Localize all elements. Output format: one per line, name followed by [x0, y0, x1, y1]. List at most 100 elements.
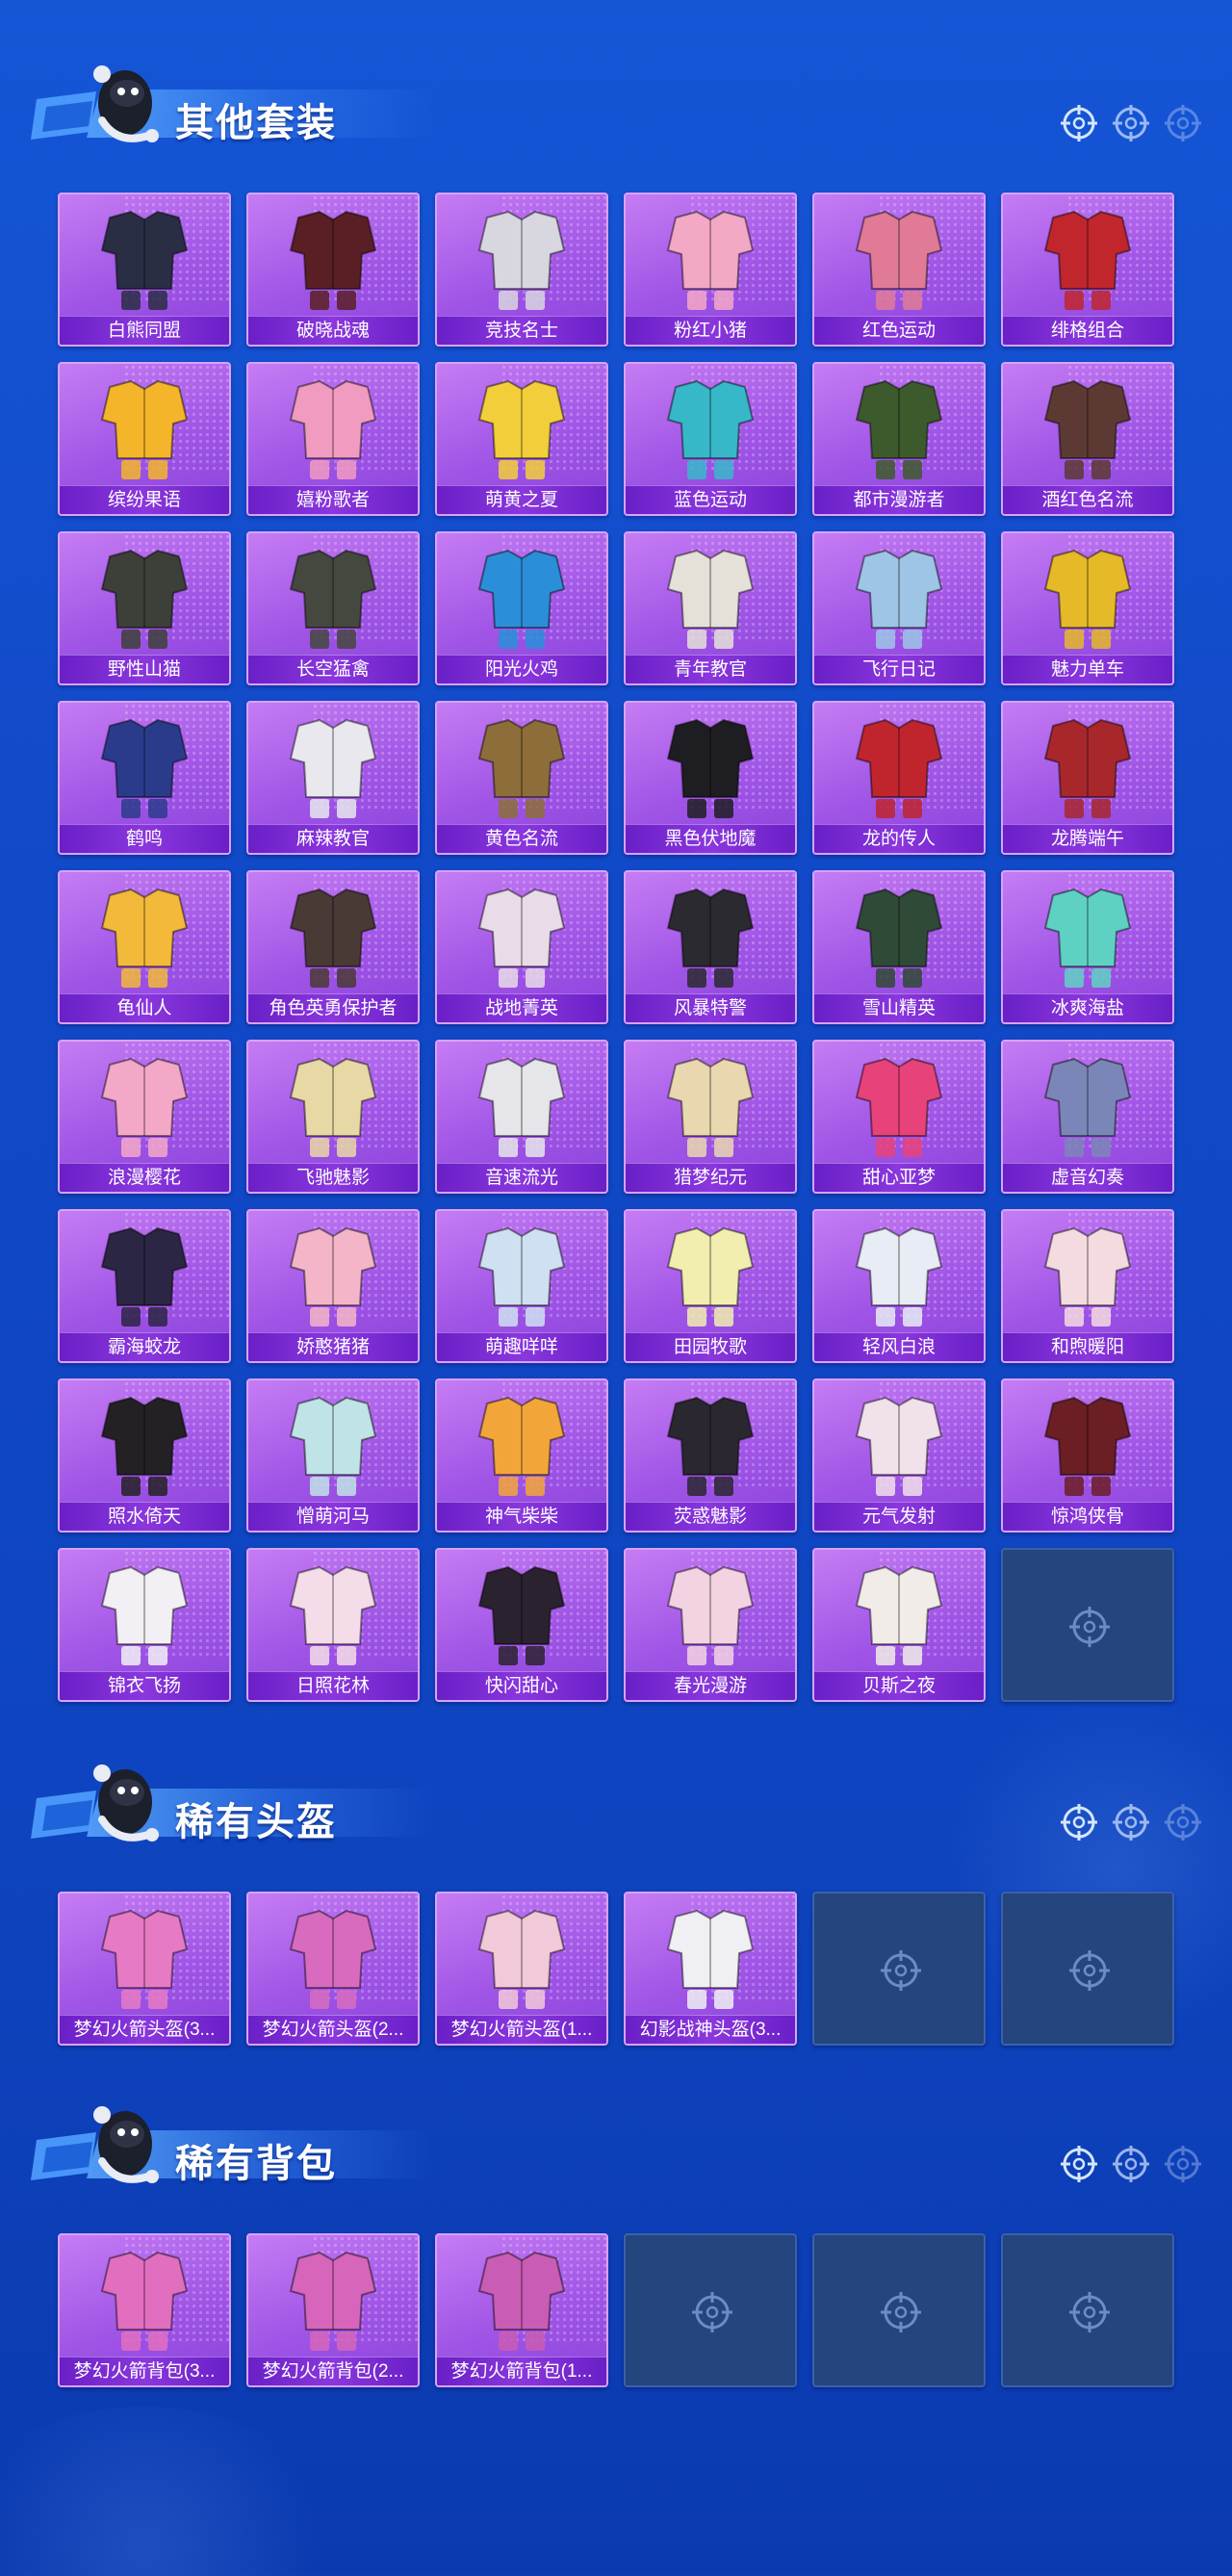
item-card[interactable]: 野性山猫	[58, 531, 231, 685]
item-card[interactable]: 破晓战魂	[246, 193, 420, 347]
item-card[interactable]: 萌趣咩咩	[435, 1209, 608, 1363]
item-card[interactable]: 锦衣飞扬	[58, 1548, 231, 1702]
item-card[interactable]: 红色运动	[812, 193, 986, 347]
item-label: 黑色伏地魔	[626, 824, 795, 853]
item-artwork	[100, 1565, 189, 1665]
item-card[interactable]: 战地菁英	[435, 870, 608, 1024]
item-card[interactable]: 猎梦纪元	[624, 1040, 797, 1194]
item-card[interactable]: 虚音幻奏	[1001, 1040, 1174, 1194]
item-card[interactable]: 幻影战神头盔(3...	[624, 1892, 797, 2046]
item-card[interactable]: 魅力单车	[1001, 531, 1174, 685]
item-artwork	[289, 2251, 377, 2351]
item-card[interactable]: 角色英勇保护者	[246, 870, 420, 1024]
item-card[interactable]: 萌黄之夏	[435, 362, 608, 516]
item-card[interactable]: 竞技名士	[435, 193, 608, 347]
item-card[interactable]: 龙的传人	[812, 701, 986, 855]
item-artwork	[477, 210, 566, 310]
item-card[interactable]: 梦幻火箭背包(2...	[246, 2233, 420, 2387]
item-card[interactable]: 长空猛禽	[246, 531, 420, 685]
mascot-character-icon	[31, 1765, 159, 1842]
item-card[interactable]: 荧惑魅影	[624, 1378, 797, 1533]
item-card[interactable]: 酒红色名流	[1001, 362, 1174, 516]
item-card[interactable]: 白熊同盟	[58, 193, 231, 347]
item-card[interactable]: 甜心亚梦	[812, 1040, 986, 1194]
section-rare-helmets: 稀有头盔 梦幻火箭头盔(3... 梦幻火箭头盔(2... 梦幻火箭头盔(1... 幻影…	[0, 1752, 1232, 2060]
item-card[interactable]: 冰爽海盐	[1001, 870, 1174, 1024]
item-artwork	[100, 1909, 189, 2009]
item-card[interactable]: 龟仙人	[58, 870, 231, 1024]
item-artwork	[1043, 888, 1132, 988]
item-label: 萌趣咩咩	[437, 1332, 606, 1361]
item-artwork	[477, 1909, 566, 2009]
item-card[interactable]: 贝斯之夜	[812, 1548, 986, 1702]
item-label: 轻风白浪	[814, 1332, 984, 1361]
item-card[interactable]: 阳光火鸡	[435, 531, 608, 685]
item-card[interactable]: 梦幻火箭背包(1...	[435, 2233, 608, 2387]
item-artwork	[289, 1396, 377, 1496]
section-rare-backpacks: 稀有背包 梦幻火箭背包(3... 梦幻火箭背包(2... 梦幻火箭背包(1...	[0, 2094, 1232, 2402]
item-artwork	[666, 549, 755, 649]
crosshair-icon	[1061, 1804, 1097, 1841]
item-card[interactable]: 黑色伏地魔	[624, 701, 797, 855]
item-card[interactable]: 惊鸿侠骨	[1001, 1378, 1174, 1533]
item-card[interactable]: 田园牧歌	[624, 1209, 797, 1363]
item-card[interactable]: 鹤鸣	[58, 701, 231, 855]
item-card[interactable]: 青年教官	[624, 531, 797, 685]
item-artwork	[100, 888, 189, 988]
item-card[interactable]: 元气发射	[812, 1378, 986, 1533]
section-header: 其他套装	[29, 53, 1203, 159]
item-card[interactable]: 憎萌河马	[246, 1378, 420, 1533]
crosshair-decoration	[1059, 2144, 1203, 2186]
item-label: 飞驰魅影	[248, 1163, 418, 1192]
item-card[interactable]: 蓝色运动	[624, 362, 797, 516]
item-label: 锦衣飞扬	[60, 1671, 229, 1700]
item-artwork	[100, 379, 189, 479]
item-card[interactable]: 梦幻火箭头盔(3...	[58, 1892, 231, 2046]
item-card[interactable]: 轻风白浪	[812, 1209, 986, 1363]
item-artwork	[100, 1226, 189, 1327]
item-card[interactable]: 快闪甜心	[435, 1548, 608, 1702]
item-card[interactable]: 嬉粉歌者	[246, 362, 420, 516]
item-card[interactable]: 娇憨猪猪	[246, 1209, 420, 1363]
item-label: 角色英勇保护者	[248, 993, 418, 1022]
item-card[interactable]: 照水倚天	[58, 1378, 231, 1533]
item-card[interactable]: 神气柴柴	[435, 1378, 608, 1533]
item-card[interactable]: 日照花林	[246, 1548, 420, 1702]
section-title: 稀有头盔	[175, 1801, 337, 1843]
item-label: 破晓战魂	[248, 316, 418, 345]
item-card[interactable]: 梦幻火箭头盔(2...	[246, 1892, 420, 2046]
mascot-character-icon	[31, 65, 159, 142]
item-label: 缤纷果语	[60, 485, 229, 514]
section-other-outfits: 其他套装 白熊同盟 破晓战魂 竞技名士 粉红小猪 红色运动 绯格组合缤纷果语 嬉粉歌者 萌黄之…	[0, 53, 1232, 1709]
item-card[interactable]: 风暴特警	[624, 870, 797, 1024]
item-card[interactable]: 粉红小猪	[624, 193, 797, 347]
item-label: 音速流光	[437, 1163, 606, 1192]
item-card[interactable]: 梦幻火箭头盔(1...	[435, 1892, 608, 2046]
item-card[interactable]: 浪漫樱花	[58, 1040, 231, 1194]
item-card[interactable]: 霸海蛟龙	[58, 1209, 231, 1363]
item-card[interactable]: 黄色名流	[435, 701, 608, 855]
item-artwork	[1043, 1226, 1132, 1327]
item-card[interactable]: 麻辣教官	[246, 701, 420, 855]
item-card[interactable]: 都市漫游者	[812, 362, 986, 516]
empty-slot-crosshair-icon	[881, 1950, 921, 1991]
item-label: 竞技名士	[437, 316, 606, 345]
item-card[interactable]: 和煦暖阳	[1001, 1209, 1174, 1363]
crosshair-decoration	[1059, 1802, 1203, 1844]
item-card[interactable]: 飞驰魅影	[246, 1040, 420, 1194]
item-card[interactable]: 龙腾端午	[1001, 701, 1174, 855]
item-card[interactable]: 音速流光	[435, 1040, 608, 1194]
section-header: 稀有头盔	[29, 1752, 1203, 1858]
item-artwork	[477, 1226, 566, 1327]
item-card[interactable]: 雪山精英	[812, 870, 986, 1024]
item-label: 虚音幻奏	[1003, 1163, 1172, 1192]
item-card[interactable]: 缤纷果语	[58, 362, 231, 516]
item-artwork	[855, 379, 943, 479]
item-card[interactable]: 春光漫游	[624, 1548, 797, 1702]
item-label: 荧惑魅影	[626, 1502, 795, 1531]
item-artwork	[666, 1057, 755, 1157]
item-label: 神气柴柴	[437, 1502, 606, 1531]
item-card[interactable]: 梦幻火箭背包(3...	[58, 2233, 231, 2387]
item-card[interactable]: 绯格组合	[1001, 193, 1174, 347]
item-card[interactable]: 飞行日记	[812, 531, 986, 685]
